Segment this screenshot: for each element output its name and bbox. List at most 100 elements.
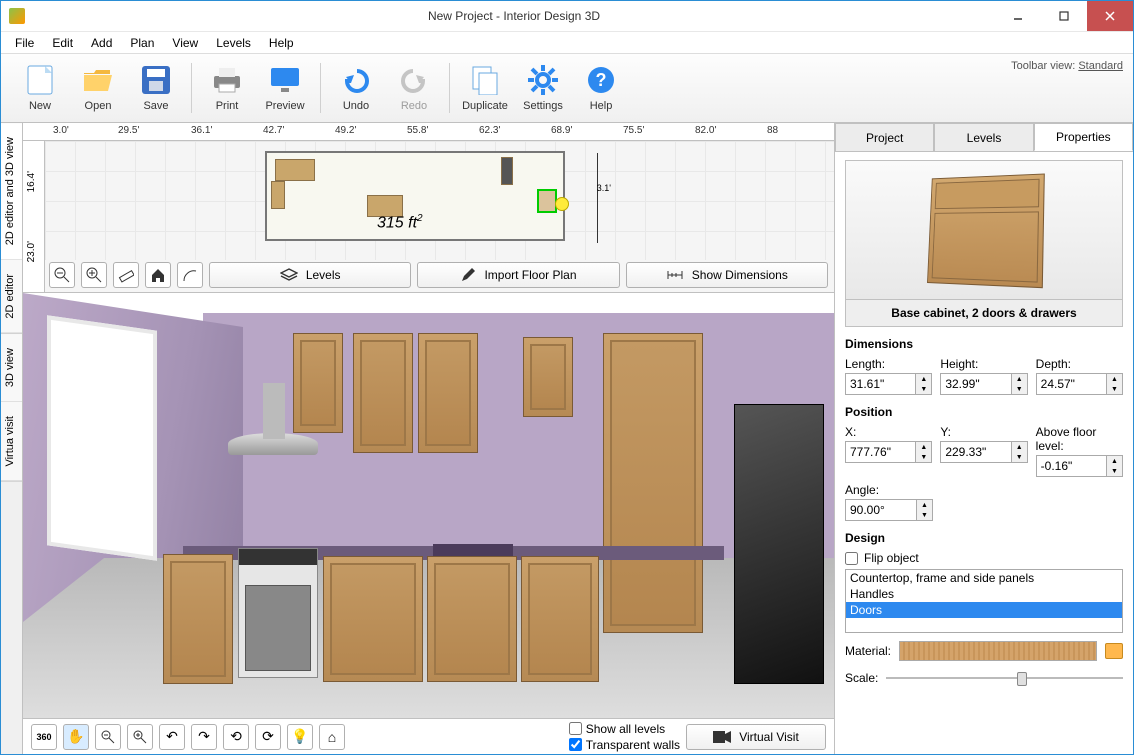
app-icon bbox=[9, 8, 25, 24]
menu-edit[interactable]: Edit bbox=[44, 34, 81, 52]
transparent-walls-checkbox[interactable]: Transparent walls bbox=[569, 738, 680, 752]
depth-input[interactable]: ▲▼ bbox=[1036, 373, 1123, 395]
lighting-button[interactable]: 💡 bbox=[287, 724, 313, 750]
selected-object-marker[interactable] bbox=[537, 189, 557, 213]
zoom-in-button[interactable] bbox=[81, 262, 107, 288]
angle-input[interactable]: ▲▼ bbox=[845, 499, 933, 521]
dimensions-heading: Dimensions bbox=[845, 337, 1123, 351]
menu-plan[interactable]: Plan bbox=[122, 34, 162, 52]
view-3d-panel[interactable] bbox=[23, 293, 834, 718]
show-dimensions-button[interactable]: Show Dimensions bbox=[626, 262, 828, 288]
duplicate-icon bbox=[469, 64, 501, 96]
gear-icon bbox=[527, 64, 559, 96]
plan-canvas[interactable]: 315 ft2 3.1' bbox=[45, 141, 834, 260]
design-heading: Design bbox=[845, 531, 1123, 545]
show-all-levels-checkbox[interactable]: Show all levels bbox=[569, 722, 680, 736]
help-icon: ? bbox=[585, 64, 617, 96]
length-input[interactable]: ▲▼ bbox=[845, 373, 932, 395]
maximize-button[interactable] bbox=[1041, 1, 1087, 31]
save-button[interactable]: Save bbox=[127, 58, 185, 118]
redo-icon bbox=[398, 64, 430, 96]
material-target-list[interactable]: Countertop, frame and side panels Handle… bbox=[845, 569, 1123, 633]
rotate-handle[interactable] bbox=[555, 197, 569, 211]
range-hood bbox=[228, 433, 318, 483]
rotate-left-button[interactable]: ↶ bbox=[159, 724, 185, 750]
material-swatch[interactable] bbox=[899, 641, 1097, 661]
help-button[interactable]: ?Help bbox=[572, 58, 630, 118]
browse-material-button[interactable] bbox=[1105, 643, 1123, 659]
oven bbox=[238, 548, 318, 678]
tab-project[interactable]: Project bbox=[835, 123, 934, 151]
save-icon bbox=[140, 64, 172, 96]
window-title: New Project - Interior Design 3D bbox=[33, 9, 995, 23]
redo-button[interactable]: Redo bbox=[385, 58, 443, 118]
settings-button[interactable]: Settings bbox=[514, 58, 572, 118]
rotate-right-button[interactable]: ↷ bbox=[191, 724, 217, 750]
menu-view[interactable]: View bbox=[164, 34, 206, 52]
preview-button[interactable]: Preview bbox=[256, 58, 314, 118]
zoom-out-3d-button[interactable] bbox=[95, 724, 121, 750]
file-icon bbox=[24, 64, 56, 96]
flip-object-checkbox[interactable]: Flip object bbox=[845, 551, 1123, 565]
bottom-toolbar: 360 ✋ ↶ ↷ ⟲ ⟳ 💡 ⌂ Show all levels Transp… bbox=[23, 718, 834, 754]
scale-label: Scale: bbox=[845, 671, 878, 685]
y-input[interactable]: ▲▼ bbox=[940, 441, 1027, 463]
tab-properties[interactable]: Properties bbox=[1034, 123, 1133, 151]
orbit-right-button[interactable]: ⟳ bbox=[255, 724, 281, 750]
undo-button[interactable]: Undo bbox=[327, 58, 385, 118]
zoom-out-button[interactable] bbox=[49, 262, 75, 288]
toolbar: New Open Save Print Preview Undo Redo Du… bbox=[1, 53, 1133, 123]
floor-plan[interactable]: 315 ft2 3.1' bbox=[265, 151, 565, 241]
monitor-icon bbox=[269, 64, 301, 96]
view-360-button[interactable]: 360 bbox=[31, 724, 57, 750]
plan-area-label: 315 ft2 bbox=[377, 213, 423, 232]
tab-virtual-visit[interactable]: Virtua visit bbox=[1, 402, 22, 482]
height-input[interactable]: ▲▼ bbox=[940, 373, 1027, 395]
titlebar: New Project - Interior Design 3D bbox=[1, 1, 1133, 31]
close-button[interactable] bbox=[1087, 1, 1133, 31]
x-input[interactable]: ▲▼ bbox=[845, 441, 932, 463]
camera-reset-button[interactable]: ⌂ bbox=[319, 724, 345, 750]
pencil-icon bbox=[460, 267, 476, 283]
menu-add[interactable]: Add bbox=[83, 34, 120, 52]
vertical-ruler: 16.4'23.0' bbox=[23, 141, 45, 292]
minimize-button[interactable] bbox=[995, 1, 1041, 31]
tab-levels[interactable]: Levels bbox=[934, 123, 1033, 151]
list-item[interactable]: Doors bbox=[846, 602, 1122, 618]
tab-2d-3d-view[interactable]: 2D editor and 3D view bbox=[1, 123, 22, 260]
list-item[interactable]: Countertop, frame and side panels bbox=[846, 570, 1122, 586]
import-floorplan-button[interactable]: Import Floor Plan bbox=[417, 262, 619, 288]
arc-button[interactable] bbox=[177, 262, 203, 288]
list-item[interactable]: Handles bbox=[846, 586, 1122, 602]
pan-button[interactable]: ✋ bbox=[63, 724, 89, 750]
home-button[interactable] bbox=[145, 262, 171, 288]
tab-2d-editor[interactable]: 2D editor bbox=[1, 260, 22, 334]
zoom-in-3d-button[interactable] bbox=[127, 724, 153, 750]
material-label: Material: bbox=[845, 644, 891, 658]
printer-icon bbox=[211, 64, 243, 96]
scale-slider[interactable] bbox=[886, 669, 1123, 687]
dimensions-icon bbox=[666, 268, 684, 282]
orbit-left-button[interactable]: ⟲ bbox=[223, 724, 249, 750]
open-button[interactable]: Open bbox=[69, 58, 127, 118]
new-button[interactable]: New bbox=[11, 58, 69, 118]
menu-file[interactable]: File bbox=[7, 34, 42, 52]
plan-2d-panel: 3.0'29.5'36.1'42.7'49.2'55.8'62.3'68.9'7… bbox=[23, 123, 834, 293]
above-floor-input[interactable]: ▲▼ bbox=[1036, 455, 1123, 477]
object-caption: Base cabinet, 2 doors & drawers bbox=[845, 300, 1123, 327]
window-3d bbox=[47, 315, 157, 560]
measure-button[interactable] bbox=[113, 262, 139, 288]
duplicate-button[interactable]: Duplicate bbox=[456, 58, 514, 118]
toolbar-view-toggle[interactable]: Toolbar view: Standard bbox=[1011, 60, 1123, 72]
levels-button[interactable]: Levels bbox=[209, 262, 411, 288]
camera-icon bbox=[713, 731, 731, 743]
horizontal-ruler: 3.0'29.5'36.1'42.7'49.2'55.8'62.3'68.9'7… bbox=[23, 123, 834, 141]
menu-help[interactable]: Help bbox=[261, 34, 302, 52]
menu-levels[interactable]: Levels bbox=[208, 34, 259, 52]
object-preview bbox=[845, 160, 1123, 300]
tab-3d-view[interactable]: 3D view bbox=[1, 334, 22, 402]
print-button[interactable]: Print bbox=[198, 58, 256, 118]
layers-icon bbox=[280, 268, 298, 282]
virtual-visit-button[interactable]: Virtual Visit bbox=[686, 724, 826, 750]
svg-text:?: ? bbox=[596, 70, 607, 90]
